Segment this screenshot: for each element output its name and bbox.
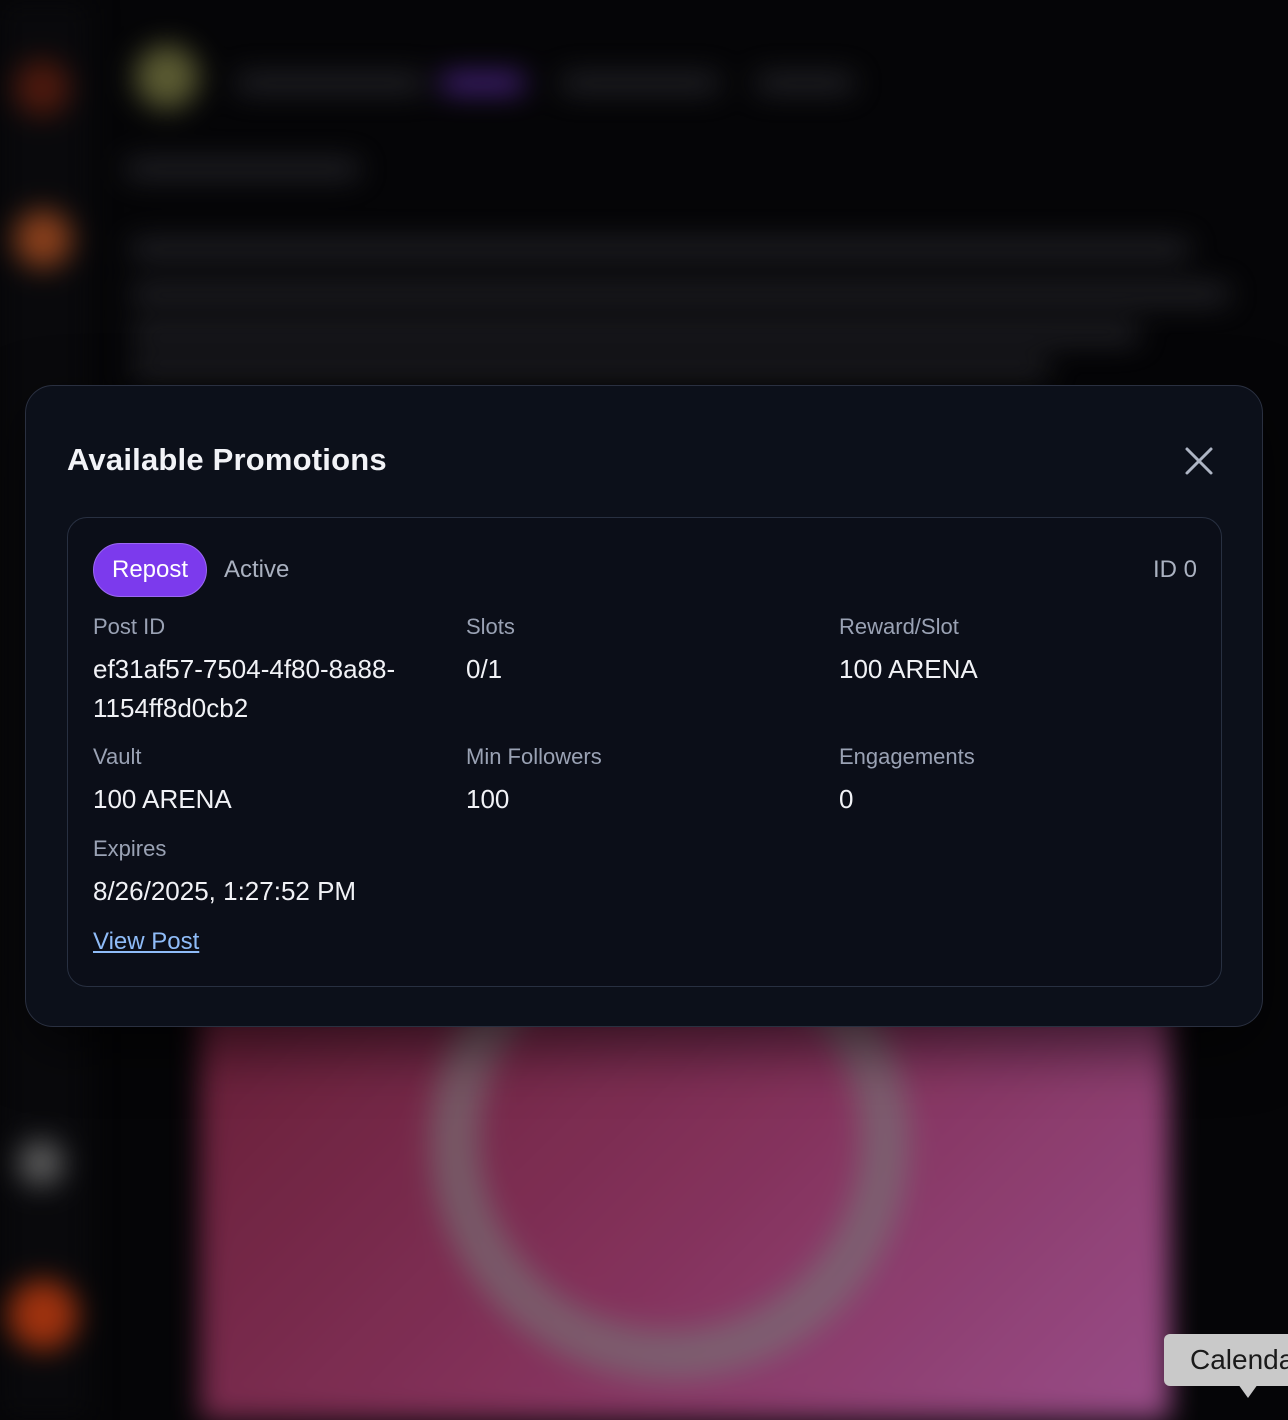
field-label: Expires bbox=[93, 836, 167, 861]
post-text-placeholder bbox=[130, 325, 1140, 343]
promotion-card: Repost Active ID 0 Post ID ef31af57-7504… bbox=[67, 517, 1222, 987]
field-label: Vault bbox=[93, 744, 142, 769]
field-label: Slots bbox=[466, 614, 515, 639]
field-engagements: Engagements 0 bbox=[839, 744, 1179, 819]
view-post-link[interactable]: View Post bbox=[93, 928, 199, 956]
author-badge-placeholder bbox=[440, 74, 525, 92]
field-min-followers: Min Followers 100 bbox=[466, 744, 806, 819]
field-label: Engagements bbox=[839, 744, 975, 769]
rail-avatar bbox=[18, 1140, 64, 1186]
available-promotions-modal: Available Promotions Repost Active ID 0 … bbox=[25, 385, 1263, 1027]
field-label: Reward/Slot bbox=[839, 614, 959, 639]
promotion-status: Active bbox=[224, 556, 290, 583]
field-value: 8/26/2025, 1:27:52 PM bbox=[93, 876, 357, 906]
rail-avatar bbox=[14, 210, 72, 268]
post-text-placeholder bbox=[130, 240, 1190, 258]
author-handle-placeholder bbox=[560, 74, 720, 92]
rail-avatar bbox=[14, 60, 70, 116]
field-vault: Vault 100 ARENA bbox=[93, 744, 453, 819]
post-text-placeholder bbox=[130, 285, 1230, 303]
field-label: Min Followers bbox=[466, 744, 602, 769]
author-name-placeholder bbox=[235, 74, 425, 92]
modal-title: Available Promotions bbox=[67, 442, 387, 477]
field-slots: Slots 0/1 bbox=[466, 614, 806, 689]
field-expires: Expires 8/26/2025, 1:27:52 PM bbox=[93, 836, 493, 911]
field-value: 100 bbox=[466, 784, 510, 814]
field-value: 0/1 bbox=[466, 654, 503, 684]
post-author-avatar bbox=[135, 45, 199, 109]
field-value: 100 ARENA bbox=[839, 654, 978, 684]
rail-avatar bbox=[8, 1280, 78, 1350]
close-button[interactable] bbox=[1182, 444, 1216, 478]
field-reward-per-slot: Reward/Slot 100 ARENA bbox=[839, 614, 1179, 689]
field-value: 100 ARENA bbox=[93, 784, 232, 814]
promotion-type-badge: Repost bbox=[93, 543, 208, 597]
field-post-id: Post ID ef31af57-7504-4f80-8a88-1154ff8d… bbox=[93, 614, 453, 728]
post-time-placeholder bbox=[755, 74, 855, 92]
screen: Available Promotions Repost Active ID 0 … bbox=[0, 0, 1288, 1420]
close-icon bbox=[1185, 447, 1213, 475]
post-text-placeholder bbox=[130, 360, 1050, 378]
field-label: Post ID bbox=[93, 614, 166, 639]
post-text-placeholder bbox=[125, 160, 360, 178]
tooltip-arrow bbox=[1238, 1384, 1258, 1398]
promotion-id: ID 0 bbox=[1152, 556, 1197, 583]
field-value: ef31af57-7504-4f80-8a88-1154ff8d0cb2 bbox=[93, 654, 396, 723]
calendar-tooltip: Calenda bbox=[1164, 1334, 1288, 1386]
field-value: 0 bbox=[839, 784, 854, 814]
